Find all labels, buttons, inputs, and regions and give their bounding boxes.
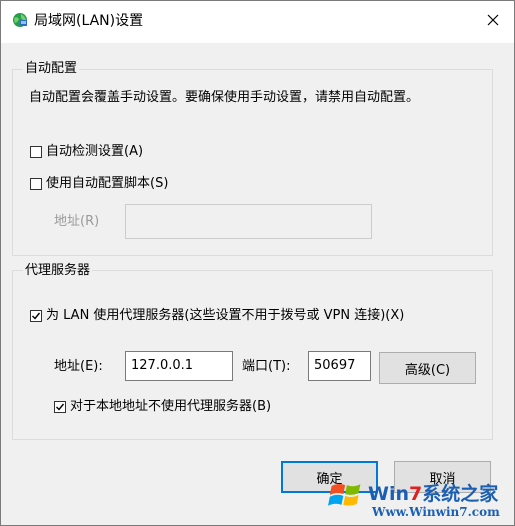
use-proxy-label: 为 LAN 使用代理服务器(这些设置不用于拨号或 VPN 连接)(X) xyxy=(46,308,405,323)
auto-config-description: 自动配置会覆盖手动设置。要确保使用手动设置，请禁用自动配置。 xyxy=(29,90,420,105)
close-button[interactable] xyxy=(476,5,510,35)
proxy-address-label: 地址(E): xyxy=(54,359,103,374)
watermark-url: Www.Winwin7.com xyxy=(372,505,500,519)
watermark-brand: Win7系统之家 xyxy=(368,483,499,505)
bypass-local-checkbox-box[interactable] xyxy=(54,401,66,413)
auto-detect-checkbox-box[interactable] xyxy=(30,146,42,158)
script-address-input[interactable] xyxy=(125,204,372,239)
checkmark-icon xyxy=(32,312,41,320)
auto-script-checkbox[interactable]: 使用自动配置脚本(S) xyxy=(30,176,168,192)
auto-script-label: 使用自动配置脚本(S) xyxy=(46,176,169,191)
network-globe-icon xyxy=(13,13,27,27)
auto-script-checkbox-box[interactable] xyxy=(30,178,42,190)
dialog-title: 局域网(LAN)设置 xyxy=(34,13,144,29)
bypass-local-label: 对于本地地址不使用代理服务器(B) xyxy=(70,399,272,414)
proxy-port-label: 端口(T): xyxy=(242,359,291,374)
auto-config-legend: 自动配置 xyxy=(23,61,80,77)
close-icon xyxy=(487,14,499,26)
use-proxy-checkbox[interactable]: 为 LAN 使用代理服务器(这些设置不用于拨号或 VPN 连接)(X) xyxy=(30,308,404,324)
checkmark-icon xyxy=(56,403,65,411)
windows-logo-icon xyxy=(328,483,361,506)
script-address-label: 地址(R) xyxy=(54,214,100,229)
lan-settings-dialog: 局域网(LAN)设置 自动配置 自动配置会覆盖手动设置。要确保使用手动设置，请禁… xyxy=(0,0,515,526)
bypass-local-checkbox[interactable]: 对于本地地址不使用代理服务器(B) xyxy=(54,399,271,415)
auto-detect-checkbox[interactable]: 自动检测设置(A) xyxy=(30,144,143,160)
site-watermark: Win7系统之家 Www.Winwin7.com xyxy=(328,469,514,525)
proxy-address-input[interactable]: 127.0.0.1 xyxy=(125,351,233,381)
title-bar[interactable]: 局域网(LAN)设置 xyxy=(1,1,514,43)
auto-detect-label: 自动检测设置(A) xyxy=(46,144,144,159)
advanced-button[interactable]: 高级(C) xyxy=(379,352,476,384)
proxy-legend: 代理服务器 xyxy=(23,263,93,279)
proxy-port-input[interactable]: 50697 xyxy=(308,351,371,381)
use-proxy-checkbox-box[interactable] xyxy=(30,310,42,322)
